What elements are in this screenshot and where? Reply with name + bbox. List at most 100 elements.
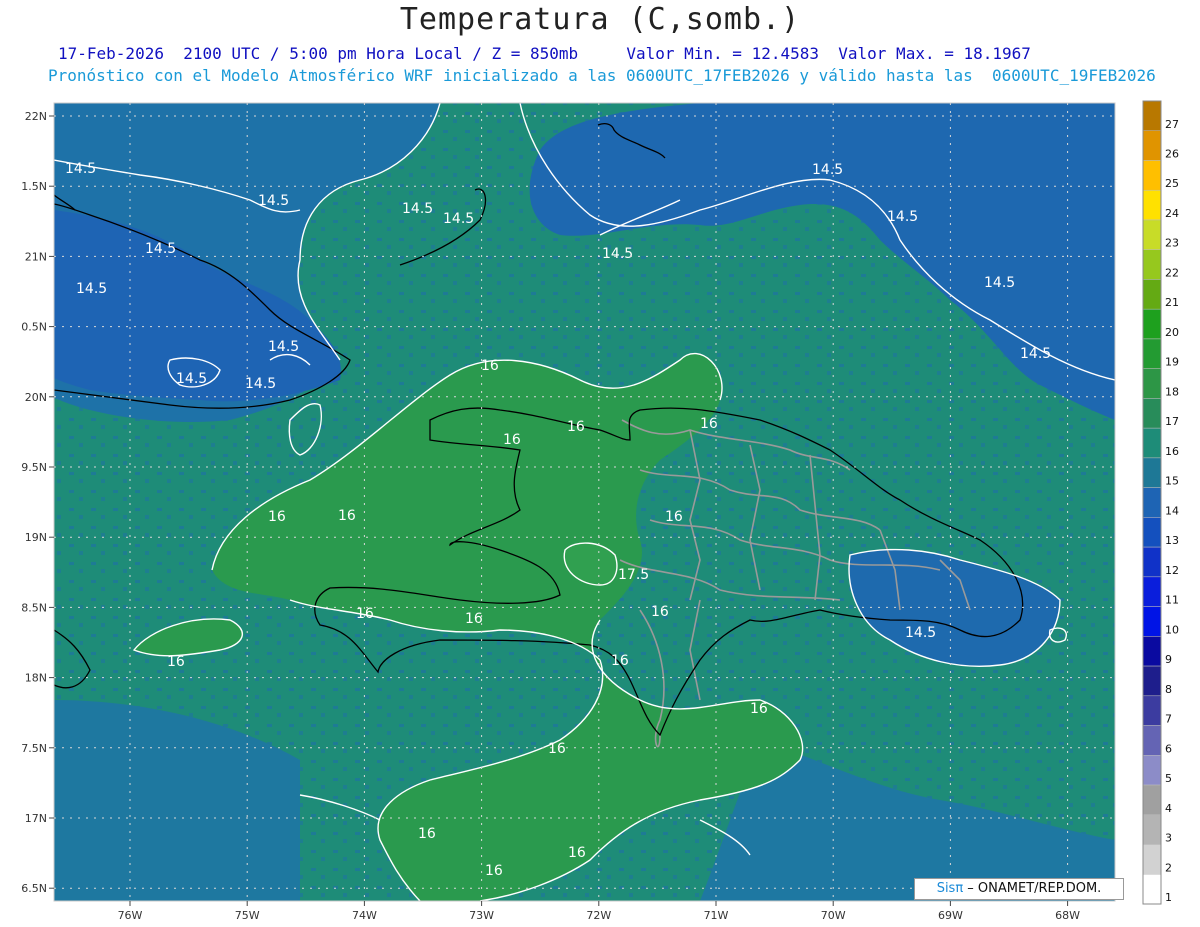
contour-label: 16 — [548, 741, 566, 757]
colorbar-swatch — [1142, 398, 1162, 429]
credit-brand: Sisπ — [936, 881, 964, 896]
colorbar-swatch — [1142, 517, 1162, 548]
lon-label: 70W — [821, 909, 846, 922]
contour-label: 16 — [568, 845, 586, 861]
contour-label: 17.5 — [618, 567, 649, 583]
colorbar-label: 25 — [1165, 177, 1179, 190]
contour-label: 14.5 — [1020, 346, 1051, 362]
colorbar-label: 16 — [1165, 445, 1179, 458]
colorbar-label: 1 — [1165, 891, 1172, 904]
colorbar-swatch — [1142, 576, 1162, 607]
contour-label: 14.5 — [258, 193, 289, 209]
colorbar-swatch — [1142, 487, 1162, 518]
colorbar-label: 5 — [1165, 772, 1172, 785]
lat-label: 6.5N — [21, 882, 47, 895]
lat-label: 22N — [25, 110, 47, 123]
lat-label: 0.5N — [21, 321, 47, 334]
colorbar-swatch — [1142, 457, 1162, 488]
contour-label: 16 — [611, 653, 629, 669]
lat-label: 20N — [25, 391, 47, 404]
colorbar-label: 4 — [1165, 802, 1172, 815]
contour-label: 14.5 — [268, 339, 299, 355]
contour-label: 14.5 — [905, 625, 936, 641]
lon-label: 73W — [469, 909, 494, 922]
contour-label: 14.5 — [602, 246, 633, 262]
colorbar-swatch — [1142, 844, 1162, 875]
colorbar-swatch — [1142, 308, 1162, 340]
colorbar-swatch — [1142, 695, 1162, 726]
colorbar-swatch — [1142, 636, 1162, 667]
colorbar-label: 17 — [1165, 415, 1179, 428]
colorbar-label: 21 — [1165, 296, 1179, 309]
colorbar-label: 14 — [1165, 504, 1179, 517]
contour-label: 14.5 — [176, 371, 207, 387]
contour-label: 16 — [750, 701, 768, 717]
credit-text: – ONAMET/REP.DOM. — [963, 881, 1102, 896]
colorbar-label: 20 — [1165, 326, 1179, 339]
colorbar-swatch — [1142, 100, 1162, 131]
contour-label: 16 — [268, 509, 286, 525]
map-field: 14.5 14.5 14.5 14.5 14.5 14.5 14.5 14.5 … — [54, 103, 1115, 901]
contour-label: 14.5 — [984, 275, 1015, 291]
lat-label: 17N — [25, 812, 47, 825]
colorbar-swatch — [1142, 130, 1162, 161]
colorbar-label: 12 — [1165, 564, 1179, 577]
lon-label: 76W — [118, 909, 143, 922]
colorbar-swatch — [1142, 279, 1162, 310]
colorbar-swatch — [1142, 249, 1162, 280]
contour-label: 16 — [651, 604, 669, 620]
contour-label: 16 — [167, 654, 185, 670]
lon-label: 71W — [704, 909, 729, 922]
contour-label: 16 — [700, 416, 718, 432]
contour-label: 16 — [665, 509, 683, 525]
colorbar-label: 22 — [1165, 266, 1179, 279]
lat-label: 8.5N — [21, 601, 47, 614]
colorbar-label: 2 — [1165, 861, 1172, 874]
lat-label: 7.5N — [21, 742, 47, 755]
colorbar-label: 27 — [1165, 118, 1179, 131]
lat-label: 1.5N — [21, 180, 47, 193]
colorbar-swatch — [1142, 755, 1162, 786]
contour-label: 16 — [567, 419, 585, 435]
colorbar-swatch — [1142, 874, 1162, 905]
colorbar-label: 18 — [1165, 385, 1179, 398]
lat-label: 19N — [25, 531, 47, 544]
colorbar-swatch — [1142, 338, 1162, 369]
colorbar-label: 19 — [1165, 356, 1179, 369]
contour-label: 14.5 — [402, 201, 433, 217]
contour-label: 14.5 — [443, 211, 474, 227]
lon-label: 72W — [586, 909, 611, 922]
lat-label: 18N — [25, 672, 47, 685]
colorbar-label: 10 — [1165, 623, 1179, 636]
colorbar-swatch — [1142, 427, 1162, 459]
colorbar-label: 26 — [1165, 148, 1179, 161]
colorbar-label: 24 — [1165, 207, 1179, 220]
contour-label: 16 — [485, 863, 503, 879]
lon-label: 69W — [938, 909, 963, 922]
lon-label: 68W — [1055, 909, 1080, 922]
contour-label: 16 — [338, 508, 356, 524]
latitude-labels: 22N 1.5N 21N 0.5N 20N 9.5N 19N 8.5N 18N 7.5N 17N 6.… — [21, 110, 54, 895]
colorbar-swatch — [1142, 219, 1162, 250]
colorbar-label: 23 — [1165, 237, 1179, 250]
colorbar-label: 9 — [1165, 653, 1172, 666]
colorbar-label: 13 — [1165, 534, 1179, 547]
contour-label: 16 — [481, 358, 499, 374]
contour-label: 16 — [356, 606, 374, 622]
credit-box: Sisπ – ONAMET/REP.DOM. — [914, 878, 1124, 900]
lon-label: 74W — [352, 909, 377, 922]
colorbar-swatch — [1142, 606, 1162, 637]
contour-label: 16 — [418, 826, 436, 842]
colorbar-swatch — [1142, 665, 1162, 697]
contour-label: 16 — [503, 432, 521, 448]
colorbar-swatch — [1142, 368, 1162, 399]
contour-label: 14.5 — [245, 376, 276, 392]
colorbar-swatch — [1142, 725, 1162, 756]
colorbar-label: 6 — [1165, 742, 1172, 755]
colorbar-label: 3 — [1165, 832, 1172, 845]
colorbar-swatch — [1142, 189, 1162, 221]
contour-label: 14.5 — [887, 209, 918, 225]
longitude-labels: 76W 75W 74W 73W 72W 71W 70W 69W 68W — [118, 901, 1080, 922]
colorbar: 2726252423222120191817161514131211109876… — [1142, 100, 1179, 905]
contour-label: 16 — [465, 611, 483, 627]
